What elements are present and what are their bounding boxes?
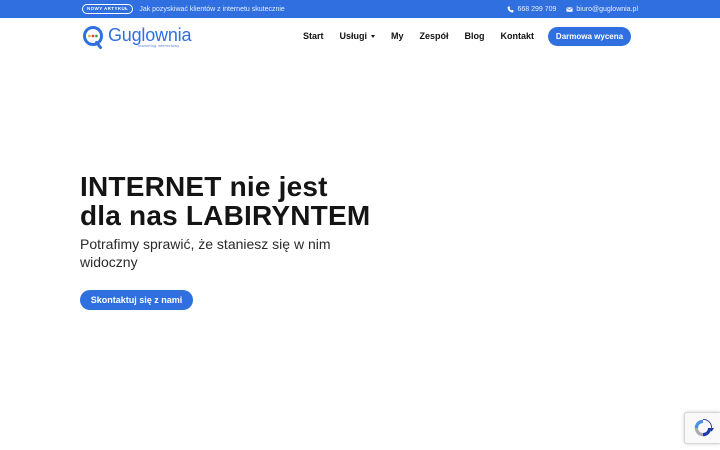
recaptcha-badge[interactable] [684,412,720,444]
nav-item-blog[interactable]: Blog [465,31,485,41]
phone-number: 668 299 709 [517,5,557,13]
nav-label: My [390,31,404,41]
new-article-badge: NOWY ARTYKUŁ [82,3,134,15]
main-nav: Start Usługi My Zespół Blog Kontakt [303,18,534,54]
site-header: Guglownia marketing internetowy Start Us… [0,18,720,54]
nav-item-start[interactable]: Start [303,31,324,41]
logo-mark-icon [82,25,104,49]
nav-label: Usługi [339,31,367,41]
hero-subtitle: Potrafimy sprawić, że staniesz się w nim… [80,236,331,270]
chevron-down-icon [370,34,375,38]
announcement: NOWY ARTYKUŁ Jak pozyskiwać klientów z i… [82,0,285,18]
envelope-icon [566,6,573,12]
nav-label: Zespół [419,31,449,41]
phone-icon [507,6,514,12]
phone-link[interactable]: 668 299 709 [507,6,556,13]
article-link[interactable]: Jak pozyskiwać klientów z internetu skut… [139,6,285,13]
hero-title-line-1: INTERNET nie jest [80,171,328,202]
logo-tagline: marketing internetowy [138,43,180,48]
hero-title-line-2: dla nas LABIRYNTEM [80,200,371,231]
logo-text: Guglownia [108,24,192,45]
nav-item-zespol[interactable]: Zespół [419,31,448,41]
email-address: biuro@guglownia.pl [576,5,638,13]
nav-item-uslugi[interactable]: Usługi [339,31,375,41]
nav-label: Blog [464,31,485,41]
email-link[interactable]: biuro@guglownia.pl [566,6,638,13]
free-quote-button[interactable]: Darmowa wycena [548,27,631,46]
contact-us-button[interactable]: Skontaktuj się z nami [80,290,193,310]
top-bar: NOWY ARTYKUŁ Jak pozyskiwać klientów z i… [0,0,720,18]
hero-title: INTERNET nie jest dla nas LABIRYNTEM [80,172,400,230]
logo[interactable]: Guglownia marketing internetowy [82,25,191,49]
nav-label: Start [302,31,324,41]
recaptcha-icon [694,418,714,437]
contact-info: 668 299 709 biuro@guglownia.pl [507,0,638,18]
nav-label: Kontakt [500,31,535,41]
nav-item-my[interactable]: My [391,31,404,41]
nav-item-kontakt[interactable]: Kontakt [501,31,535,41]
